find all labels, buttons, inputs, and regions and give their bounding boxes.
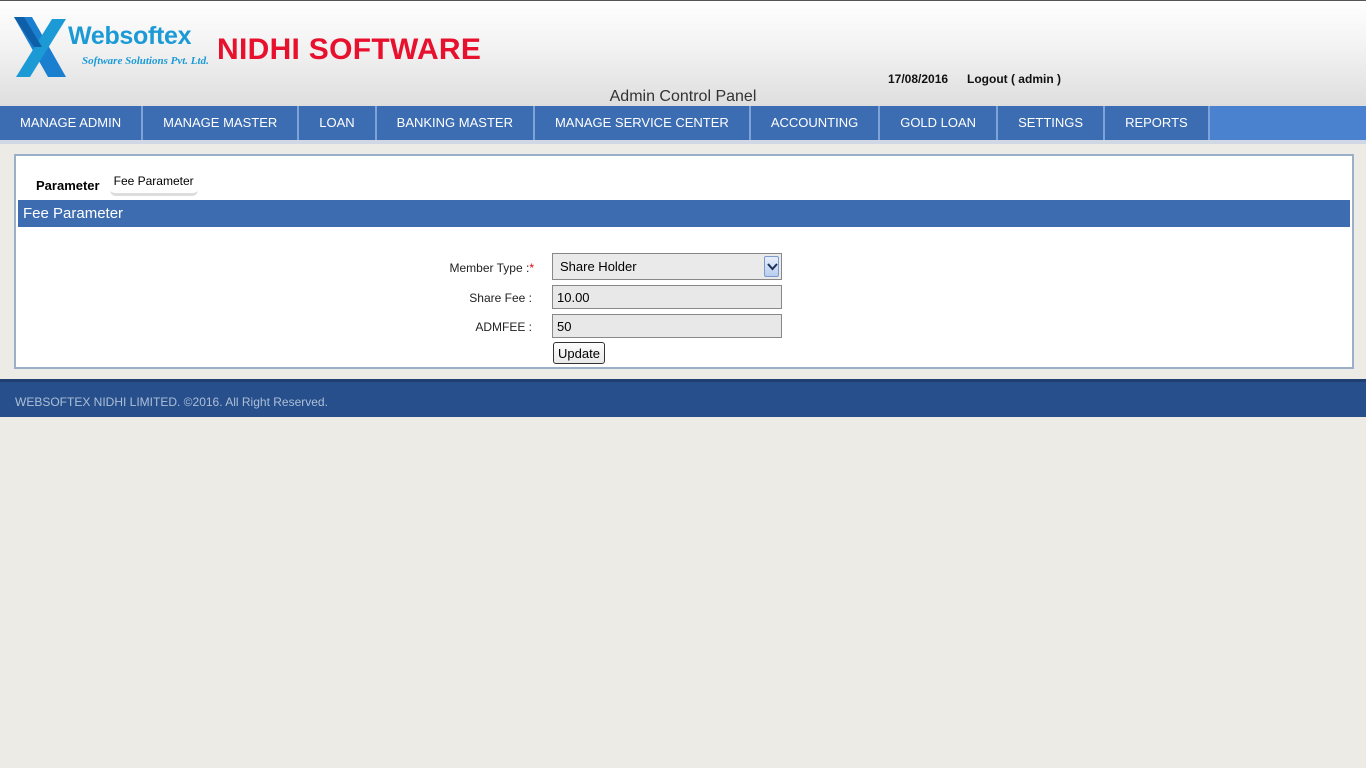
member-type-select[interactable]: Share Holder <box>552 253 782 280</box>
nav-item-gold-loan[interactable]: GOLD LOAN <box>880 106 999 140</box>
panel-title: Admin Control Panel <box>609 88 757 105</box>
current-date: 17/08/2016 <box>888 72 949 86</box>
share-fee-input[interactable] <box>552 285 782 309</box>
tab-fee-parameter[interactable]: Fee Parameter <box>109 174 198 196</box>
nav-item-reports[interactable]: REPORTS <box>1105 106 1210 140</box>
member-type-selected-value: Share Holder <box>560 259 637 274</box>
websoftex-x-logo-icon <box>14 17 66 77</box>
main-nav: MANAGE ADMIN MANAGE MASTER LOAN BANKING … <box>0 106 1366 140</box>
nav-item-manage-admin[interactable]: MANAGE ADMIN <box>0 106 144 140</box>
nav-item-settings[interactable]: SETTINGS <box>998 106 1106 140</box>
required-mark: * <box>529 261 534 275</box>
header: Websoftex Software Solutions Pvt. Ltd. N… <box>0 0 1366 106</box>
share-fee-label: Share Fee : <box>469 291 532 305</box>
footer: WEBSOFTEX NIDHI LIMITED. ©2016. All Righ… <box>0 379 1366 417</box>
section-title-bar: Fee Parameter <box>18 200 1350 227</box>
brand-title: NIDHI SOFTWARE <box>217 33 482 66</box>
nav-item-manage-service-center[interactable]: MANAGE SERVICE CENTER <box>534 106 751 140</box>
member-type-label: Member Type :* <box>334 261 534 275</box>
logo-tagline: Software Solutions Pvt. Ltd. <box>82 55 209 67</box>
chevron-down-icon <box>767 263 778 271</box>
logout-link[interactable]: Logout ( admin ) <box>967 72 1061 86</box>
websoftex-logo[interactable]: Websoftex Software Solutions Pvt. Ltd. <box>14 17 209 79</box>
tab-bar: Parameter Fee Parameter <box>36 174 198 196</box>
admfee-input[interactable] <box>552 314 782 338</box>
logo-name: Websoftex <box>68 22 192 50</box>
select-dropdown-button[interactable] <box>764 256 779 277</box>
nav-item-manage-master[interactable]: MANAGE MASTER <box>143 106 300 140</box>
update-button[interactable]: Update <box>553 342 605 364</box>
member-type-label-text: Member Type : <box>449 261 530 275</box>
nav-item-accounting[interactable]: ACCOUNTING <box>750 106 881 140</box>
nav-item-banking-master[interactable]: BANKING MASTER <box>376 106 535 140</box>
admfee-label: ADMFEE : <box>475 320 532 334</box>
nav-divider <box>0 140 1366 144</box>
tab-parent-parameter: Parameter <box>36 177 100 193</box>
content-panel: Parameter Fee Parameter Fee Parameter Me… <box>14 154 1354 369</box>
nav-item-loan[interactable]: LOAN <box>299 106 377 140</box>
footer-copyright: WEBSOFTEX NIDHI LIMITED. ©2016. All Righ… <box>15 395 328 409</box>
